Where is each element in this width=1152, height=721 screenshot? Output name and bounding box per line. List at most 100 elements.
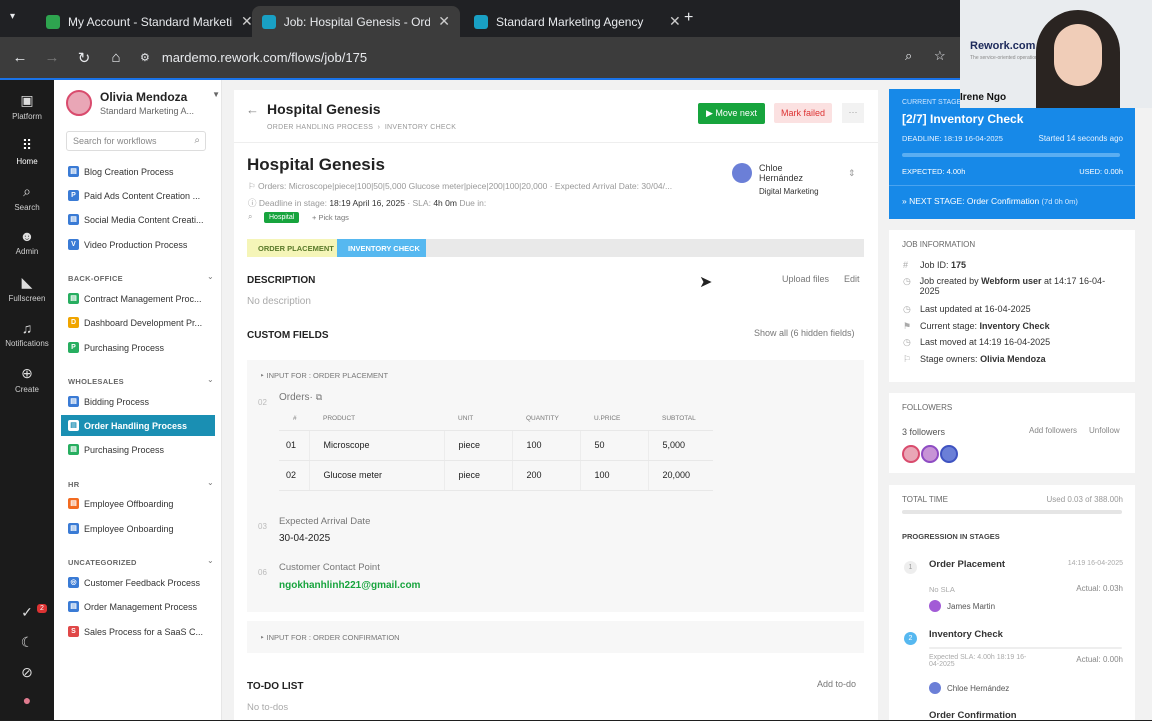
back-arrow-icon[interactable]: ← bbox=[246, 102, 259, 117]
job-id-row: # Job ID: 175 bbox=[903, 260, 967, 270]
sidebar-item-bidding[interactable]: ▤ Bidding Process bbox=[68, 396, 208, 407]
edit-description-link[interactable]: Edit bbox=[844, 274, 860, 284]
tab-title: Standard Marketing Agency bbox=[496, 14, 644, 29]
breadcrumb-process[interactable]: ORDER HANDLING PROCESS bbox=[267, 124, 373, 131]
avatar[interactable] bbox=[921, 445, 939, 463]
field-number: 06 bbox=[258, 568, 267, 577]
sidebar-item-dashboard[interactable]: D Dashboard Development Pr... bbox=[68, 317, 208, 328]
rail-home[interactable]: ⠿ Home bbox=[0, 137, 54, 166]
group-back-office[interactable]: BACK-OFFICE bbox=[68, 274, 123, 283]
rail-label: Fullscreen bbox=[8, 294, 46, 303]
progress-stage-1[interactable]: Order Placement bbox=[929, 559, 1005, 570]
sidebar-item-label: Purchasing Process bbox=[84, 342, 165, 353]
sidebar-item-customer-feedback[interactable]: ◎ Customer Feedback Process bbox=[68, 577, 208, 588]
new-tab-icon[interactable]: + bbox=[684, 9, 693, 27]
group-wholesales[interactable]: WHOLESALES bbox=[68, 377, 124, 386]
bookmark-icon[interactable]: ⚐ bbox=[248, 181, 256, 191]
avatar[interactable] bbox=[902, 445, 920, 463]
chevron-down-icon[interactable]: ⌄ bbox=[207, 556, 214, 565]
button-label: Move next bbox=[715, 108, 757, 118]
rail-label: Admin bbox=[15, 247, 39, 256]
tab-list-icon[interactable]: ▾ bbox=[10, 11, 15, 22]
progress-stage-2[interactable]: Inventory Check bbox=[929, 629, 1003, 640]
tab-agency[interactable]: Standard Marketing Agency ✕ bbox=[464, 6, 691, 37]
rail-search[interactable]: ⌕ Search bbox=[0, 183, 54, 212]
close-tab-icon[interactable]: ✕ bbox=[241, 13, 253, 30]
close-tab-icon[interactable]: ✕ bbox=[669, 13, 681, 30]
rail-fullscreen[interactable]: ◣ Fullscreen bbox=[0, 274, 54, 303]
sidebar-item-order-handling[interactable]: ▤ Order Handling Process bbox=[61, 415, 215, 436]
workflow-search-input[interactable]: Search for workflows ⌕ bbox=[66, 131, 206, 151]
arrival-date-value[interactable]: 30-04-2025 bbox=[279, 533, 330, 544]
close-tab-icon[interactable]: ✕ bbox=[438, 13, 450, 30]
stage-order-placement[interactable]: ORDER PLACEMENT bbox=[247, 239, 339, 257]
stage-inventory-check[interactable]: INVENTORY CHECK bbox=[337, 239, 426, 257]
input-for-header[interactable]: ‣ INPUT FOR : ORDER CONFIRMATION bbox=[260, 633, 400, 642]
sidebar-item-contract[interactable]: ▤ Contract Management Proc... bbox=[68, 293, 208, 304]
deadline-label: Deadline in stage: bbox=[258, 198, 327, 208]
sidebar-item-purchasing-2[interactable]: ▤ Purchasing Process bbox=[68, 444, 208, 455]
rail-notifications[interactable]: ♫ Notifications bbox=[0, 320, 54, 348]
move-next-button[interactable]: ▶ Move next bbox=[698, 103, 765, 124]
add-todo-link[interactable]: Add to-do bbox=[817, 679, 856, 689]
sidebar-item-onboarding[interactable]: ▤ Employee Onboarding bbox=[68, 523, 208, 534]
assignee-name[interactable]: Chloe Hernández bbox=[759, 163, 803, 183]
sla-value: 4h 0m bbox=[433, 198, 457, 208]
sidebar-item-label: Employee Onboarding bbox=[84, 523, 174, 534]
rail-history[interactable]: ☾ bbox=[0, 634, 54, 654]
job-heading[interactable]: Hospital Genesis bbox=[247, 155, 385, 175]
progression-title: PROGRESSION IN STAGES bbox=[902, 532, 1000, 541]
group-uncategorized[interactable]: UNCATEGORIZED bbox=[68, 558, 137, 567]
upload-files-link[interactable]: Upload files bbox=[782, 274, 829, 284]
sidebar-item-paid-ads[interactable]: P Paid Ads Content Creation ... bbox=[68, 190, 208, 201]
sidebar-item-purchasing-1[interactable]: P Purchasing Process bbox=[68, 342, 208, 353]
zoom-icon[interactable]: ⌕ bbox=[905, 48, 912, 64]
user-switcher[interactable]: Olivia Mendoza Standard Marketing A... ▼ bbox=[66, 90, 220, 116]
sidebar-item-video[interactable]: V Video Production Process bbox=[68, 239, 208, 250]
bookmark-star-icon[interactable]: ☆ bbox=[934, 48, 946, 64]
home-icon[interactable]: ⌂ bbox=[104, 49, 128, 66]
tab-my-account[interactable]: My Account - Standard Marketing ✕ bbox=[36, 6, 263, 37]
show-all-fields-link[interactable]: Show all (6 hidden fields) bbox=[754, 328, 855, 338]
rail-admin[interactable]: ☻ Admin bbox=[0, 228, 54, 256]
url-field[interactable]: ⚙ mardemo.rework.com/flows/job/175 bbox=[140, 44, 960, 70]
pick-tags-button[interactable]: + Pick tags bbox=[312, 213, 349, 222]
add-followers-link[interactable]: Add followers bbox=[1029, 426, 1077, 435]
created-by: Webform user bbox=[981, 276, 1042, 286]
col-quantity: QUANTITY bbox=[512, 408, 580, 431]
used-time: USED: 0.00h bbox=[1079, 167, 1123, 176]
next-stage-line[interactable]: » NEXT STAGE: Order Confirmation (7d 0h … bbox=[902, 196, 1078, 206]
more-options-icon[interactable]: ··· bbox=[842, 103, 864, 123]
sidebar-item-sales[interactable]: S Sales Process for a SaaS C... bbox=[68, 626, 208, 637]
chevron-down-icon[interactable]: ⌄ bbox=[207, 478, 214, 487]
forward-icon[interactable]: → bbox=[40, 49, 64, 66]
contact-email-link[interactable]: ngokhanhlinh221@gmail.com bbox=[279, 580, 420, 591]
avatar[interactable] bbox=[940, 445, 958, 463]
next-stage-time: (7d 0h 0m) bbox=[1041, 197, 1078, 206]
breadcrumb-stage[interactable]: INVENTORY CHECK bbox=[385, 124, 456, 131]
expand-icon[interactable]: ⇕ bbox=[848, 168, 856, 179]
rail-create[interactable]: ⊕ Create bbox=[0, 365, 54, 394]
bell-icon: ♫ bbox=[21, 320, 33, 336]
input-for-header[interactable]: ‣ INPUT FOR : ORDER PLACEMENT bbox=[260, 371, 388, 380]
unfollow-link[interactable]: Unfollow bbox=[1089, 426, 1120, 435]
sidebar-item-social[interactable]: ▤ Social Media Content Creati... bbox=[68, 214, 208, 225]
rail-platform[interactable]: ▣ Platform bbox=[0, 92, 54, 121]
sidebar-item-order-management[interactable]: ▤ Order Management Process bbox=[68, 601, 208, 612]
rail-profile[interactable]: ● bbox=[0, 692, 54, 711]
group-hr[interactable]: HR bbox=[68, 480, 79, 489]
back-icon[interactable]: ← bbox=[8, 49, 32, 66]
site-info-icon[interactable]: ⚙ bbox=[140, 51, 150, 64]
chevron-down-icon[interactable]: ⌄ bbox=[207, 375, 214, 384]
copy-icon[interactable]: ⧉ bbox=[316, 392, 322, 402]
sidebar-item-blog[interactable]: ▤ Blog Creation Process bbox=[68, 166, 208, 177]
sidebar-item-offboarding[interactable]: ▤ Employee Offboarding bbox=[68, 498, 208, 509]
tab-job[interactable]: Job: Hospital Genesis - Order Handling ✕ bbox=[252, 6, 460, 37]
tag-hospital[interactable]: Hospital bbox=[264, 212, 300, 223]
reload-icon[interactable]: ↻ bbox=[72, 49, 96, 67]
progress-stage-3[interactable]: Order Confirmation bbox=[929, 710, 1017, 721]
chevron-down-icon[interactable]: ⌄ bbox=[207, 272, 214, 281]
rail-apps[interactable]: ⊘ bbox=[0, 664, 54, 684]
url-text[interactable]: mardemo.rework.com/flows/job/175 bbox=[162, 50, 367, 65]
mark-failed-button[interactable]: Mark failed bbox=[774, 103, 833, 123]
